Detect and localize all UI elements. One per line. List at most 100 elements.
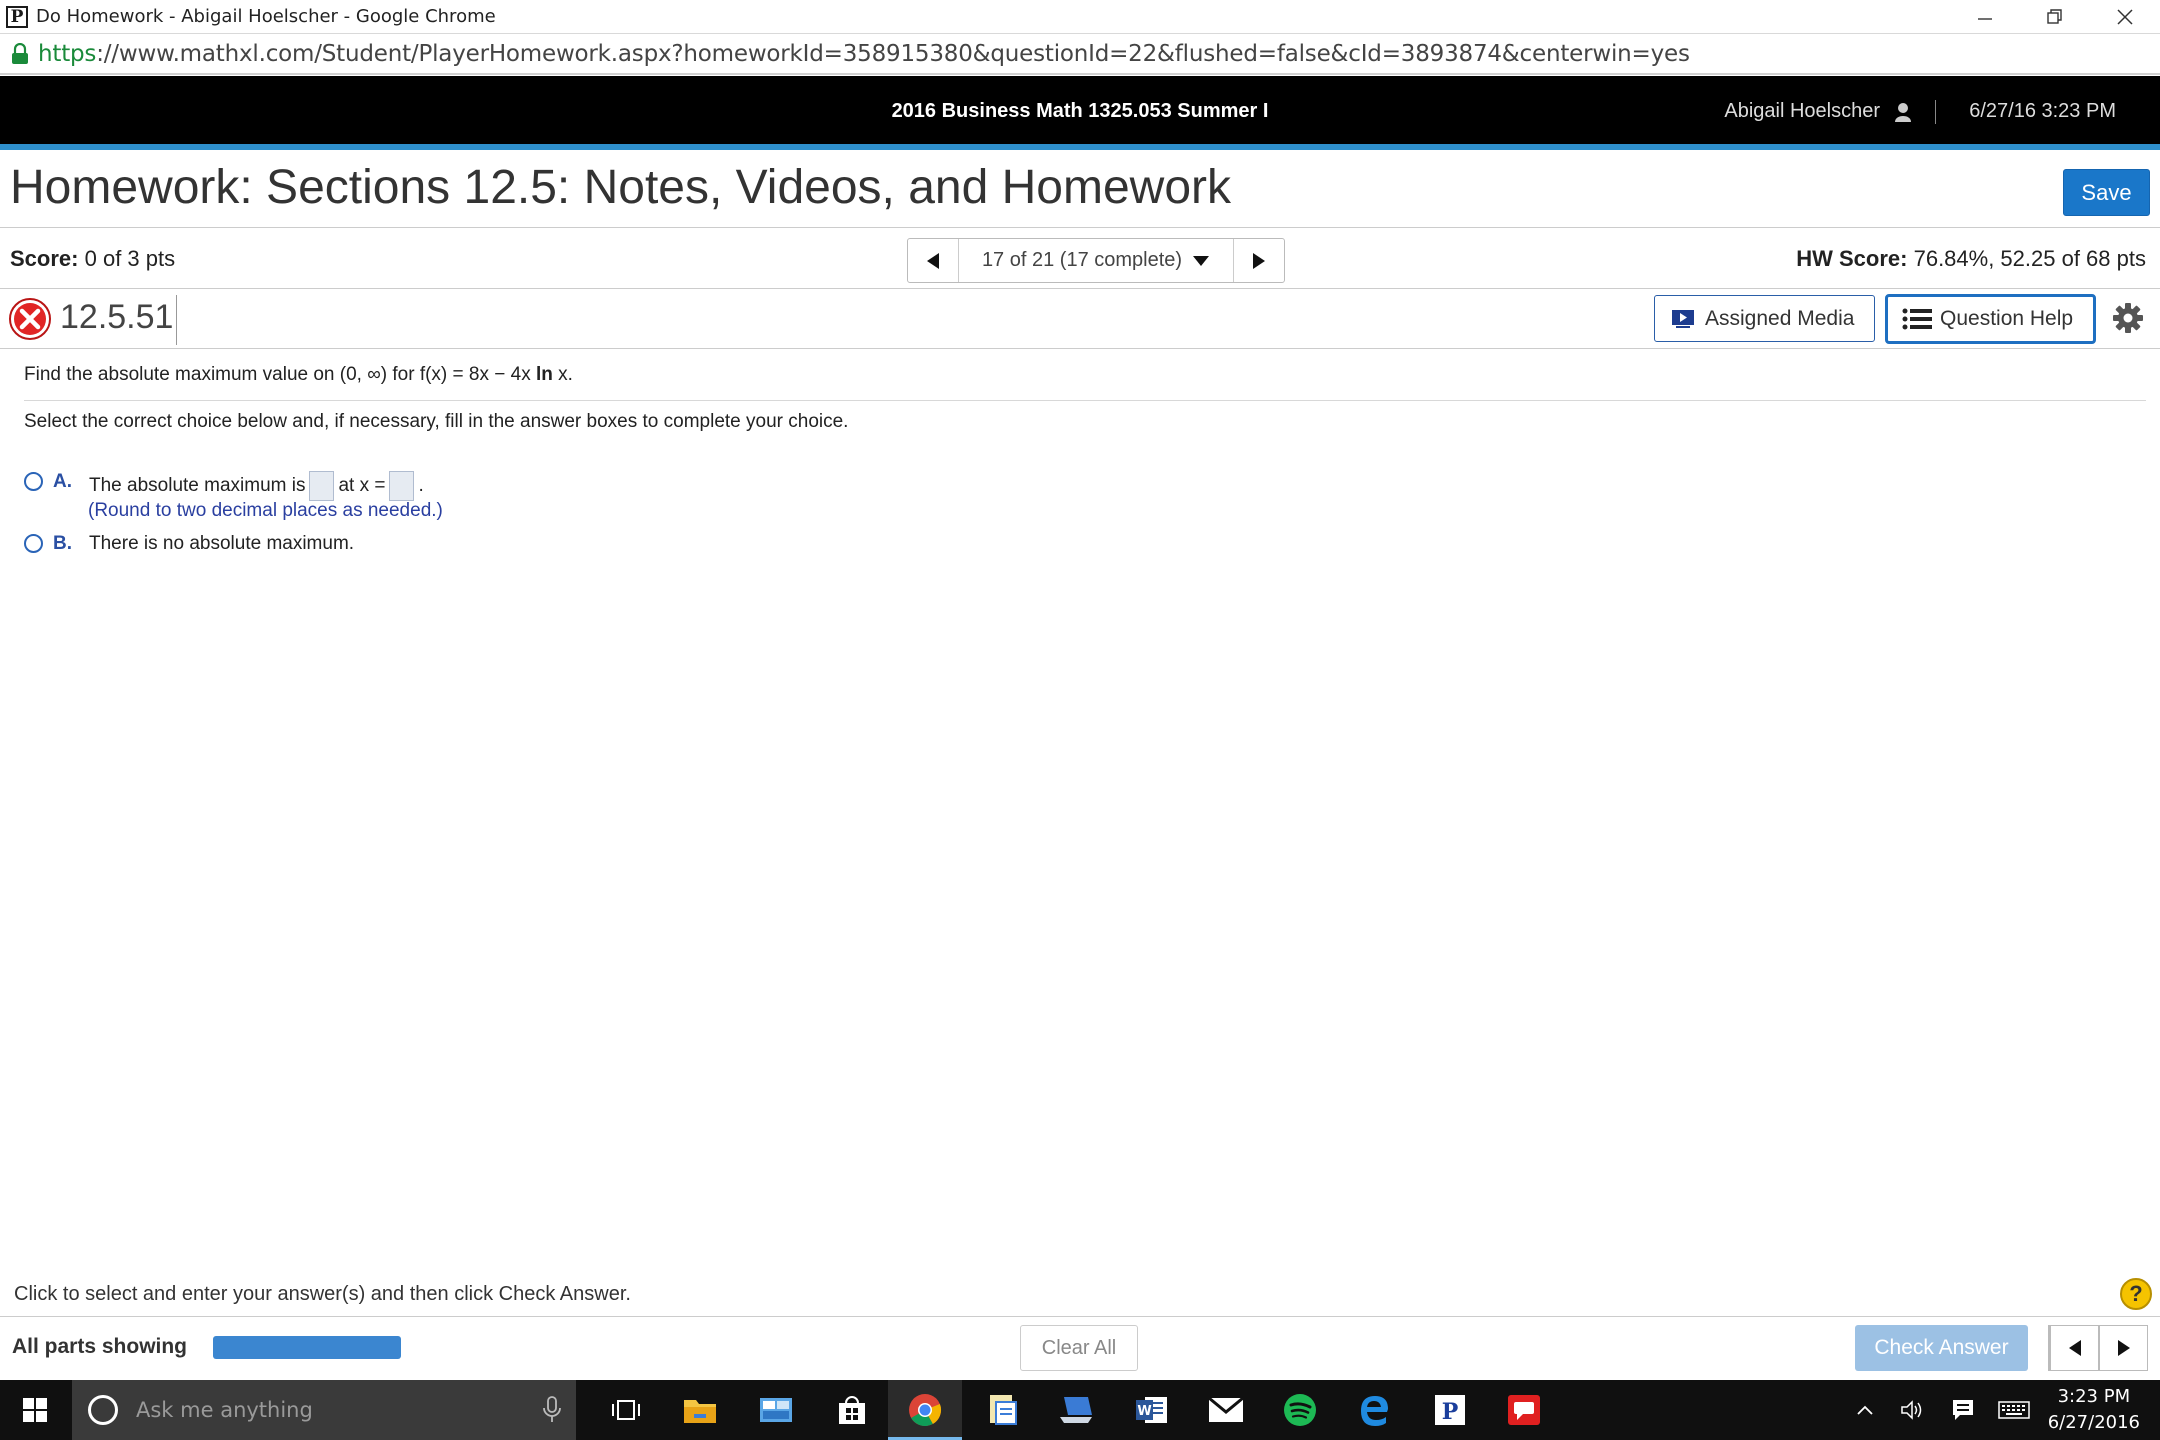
question-id: 12.5.51 (60, 298, 174, 336)
minimize-button[interactable] (1950, 0, 2020, 34)
choice-a-letter: A. (53, 471, 72, 492)
score-value: 0 of 3 pts (84, 246, 176, 271)
show-hidden-icons-chevron-icon[interactable] (1852, 1380, 1878, 1440)
help-icon[interactable]: ? (2120, 1278, 2152, 1310)
close-window-button[interactable] (2090, 0, 2160, 34)
hw-score: HW Score: 76.84%, 52.25 of 68 pts (1796, 246, 2146, 272)
choice-b-radio[interactable] (24, 534, 43, 553)
notes-app-icon[interactable] (982, 1390, 1022, 1430)
prompt-ln: ln (535, 364, 553, 385)
pearson-logo-icon: P (6, 5, 28, 28)
question-help-label: Question Help (1940, 307, 2074, 330)
choice-a-text-end: . (418, 475, 424, 497)
taskbar-clock[interactable]: 3:23 PM 6/27/2016 (2048, 1384, 2140, 1436)
parts-showing-label: All parts showing (12, 1335, 188, 1358)
mail-icon[interactable] (1206, 1390, 1246, 1430)
word-icon[interactable]: W (1132, 1390, 1172, 1430)
user-name: Abigail Hoelscher (1724, 100, 1880, 122)
file-explorer-icon[interactable] (680, 1390, 720, 1430)
search-placeholder: Ask me anything (136, 1398, 313, 1422)
chrome-icon[interactable] (905, 1390, 945, 1430)
divider (0, 348, 2160, 349)
cortana-search[interactable]: Ask me anything (72, 1380, 576, 1440)
edge-icon[interactable] (1354, 1390, 1394, 1430)
save-button[interactable]: Save (2063, 169, 2150, 216)
score-label: Score: (10, 246, 79, 271)
previous-question-button[interactable] (908, 239, 958, 282)
assigned-media-button[interactable]: Assigned Media (1654, 295, 1875, 342)
header-datetime: 6/27/16 3:23 PM (1969, 100, 2116, 122)
divider (0, 227, 2160, 228)
action-center-icon[interactable] (1948, 1380, 1978, 1440)
spotify-icon[interactable] (1280, 1390, 1320, 1430)
choice-a-text: The absolute maximum is at x =. (89, 471, 424, 501)
task-view-icon[interactable] (606, 1390, 646, 1430)
svg-text:P: P (1442, 1399, 1459, 1425)
media-icon (1672, 309, 1694, 328)
windows-logo-icon (23, 1398, 47, 1422)
divider (176, 295, 177, 345)
arrow-right-icon (2117, 1340, 2130, 1356)
start-button[interactable] (0, 1380, 70, 1440)
clear-all-button[interactable]: Clear All (1020, 1325, 1138, 1371)
choice-a[interactable]: A. The absolute maximum is at x =. (24, 471, 424, 501)
cortana-icon (88, 1395, 118, 1425)
pearson-app-icon[interactable]: P (1430, 1390, 1470, 1430)
question-select[interactable]: 17 of 21 (17 complete) (958, 239, 1234, 282)
arrow-right-icon (1253, 252, 1265, 269)
arrow-left-icon (927, 252, 939, 269)
microphone-icon[interactable] (542, 1396, 562, 1424)
question-navigator: 17 of 21 (17 complete) (907, 238, 1285, 283)
keyboard-icon[interactable] (1996, 1380, 2032, 1440)
laptop-app-icon[interactable] (1056, 1390, 1096, 1430)
clock-time: 3:23 PM (2057, 1386, 2131, 1407)
volume-icon[interactable] (1898, 1380, 1928, 1440)
list-icon (1902, 308, 1932, 330)
previous-part-button[interactable] (2050, 1325, 2099, 1371)
page-title: Homework: Sections 12.5: Notes, Videos, … (10, 161, 1232, 214)
question-instructions: Select the correct choice below and, if … (24, 411, 849, 432)
hw-score-value: 76.84%, 52.25 of 68 pts (1913, 246, 2146, 271)
incorrect-icon (8, 297, 52, 341)
hw-score-label: HW Score: (1796, 246, 1908, 271)
choice-a-radio[interactable] (24, 472, 43, 491)
next-part-button[interactable] (2099, 1325, 2148, 1371)
absolute-max-answer-box[interactable] (309, 471, 335, 501)
choice-a-text-middle: at x = (338, 475, 386, 497)
svg-text:W: W (1137, 1404, 1151, 1419)
url-scheme: https (38, 41, 97, 67)
chat-app-icon[interactable] (1504, 1390, 1544, 1430)
choice-b-text: There is no absolute maximum. (89, 533, 355, 554)
address-bar[interactable]: https://www.mathxl.com/Student/PlayerHom… (0, 35, 2160, 75)
next-question-button[interactable] (1234, 239, 1284, 282)
restore-button[interactable] (2020, 0, 2090, 34)
question-position: 17 of 21 (17 complete) (981, 249, 1183, 271)
store-icon[interactable] (832, 1390, 872, 1430)
header-stripe (0, 144, 2160, 150)
url-text[interactable]: https://www.mathxl.com/Student/PlayerHom… (38, 41, 1690, 67)
choice-b-letter: B. (53, 533, 72, 554)
url-path: ://www.mathxl.com/Student/PlayerHomework… (96, 41, 1690, 67)
prompt-end: x. (552, 364, 573, 385)
user-menu[interactable]: Abigail Hoelscher (1724, 100, 1912, 123)
lock-icon (10, 42, 30, 65)
check-answer-button[interactable]: Check Answer (1855, 1325, 2028, 1371)
assigned-media-label: Assigned Media (1705, 306, 1855, 330)
window-title: Do Homework - Abigail Hoelscher - Google… (36, 6, 496, 27)
clock-date: 6/27/2016 (2047, 1412, 2140, 1433)
choice-b[interactable]: B. There is no absolute maximum. (24, 533, 354, 555)
part-navigator (2048, 1325, 2148, 1371)
caret-down-icon (1193, 255, 1210, 266)
parts-progress-bar (213, 1336, 401, 1359)
question-help-button[interactable]: Question Help (1885, 294, 2096, 344)
close-icon (2117, 9, 2133, 25)
settings-gear-icon[interactable] (2110, 300, 2146, 336)
divider (0, 1316, 2160, 1317)
control-panel-icon[interactable] (756, 1390, 796, 1430)
minimize-icon (1978, 18, 1992, 20)
choice-a-text-before: The absolute maximum is (89, 475, 306, 497)
restore-icon (2047, 9, 2062, 24)
prompt-text: Find the absolute maximum value on (0, ∞… (24, 364, 536, 385)
x-value-answer-box[interactable] (389, 471, 415, 501)
divider (24, 400, 2146, 401)
